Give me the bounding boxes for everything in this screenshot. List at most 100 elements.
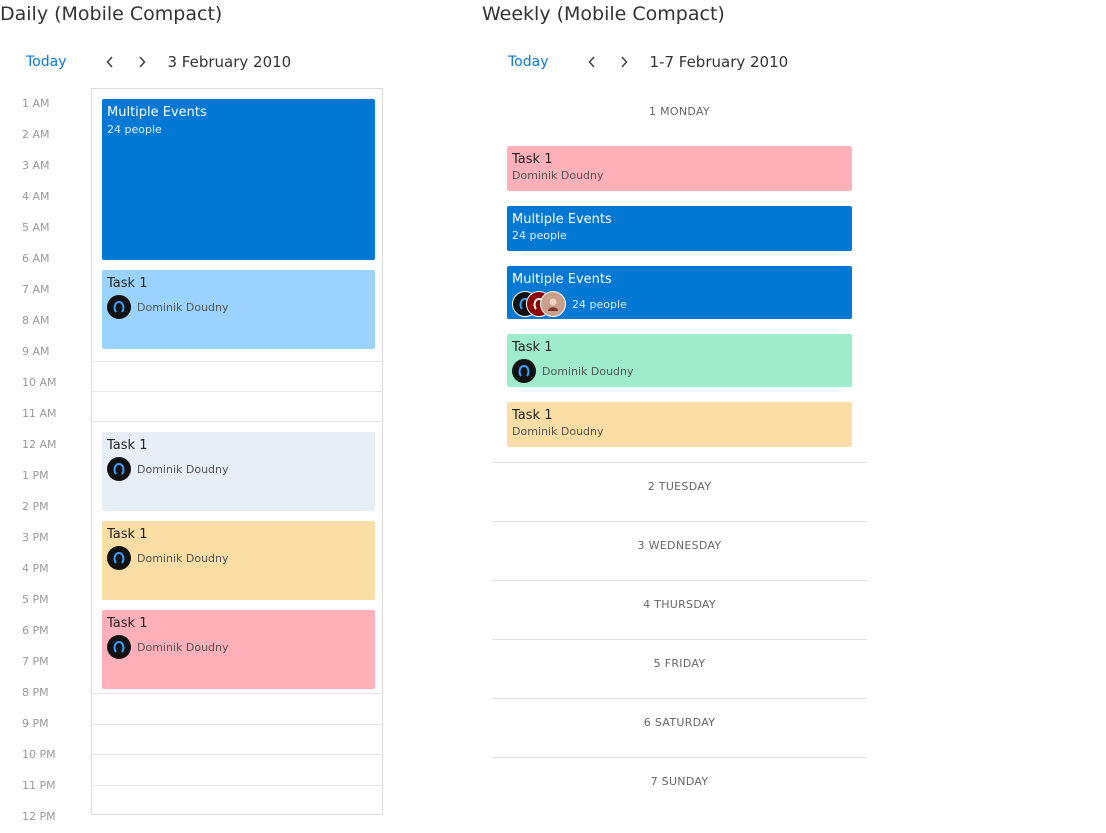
daily-event-task[interactable]: Task 1 Dominik Doudny xyxy=(102,432,375,511)
hour-label: 1 AM xyxy=(22,97,50,110)
daily-today-button[interactable]: Today xyxy=(26,54,67,70)
grid-line xyxy=(92,391,382,392)
event-title: Task 1 xyxy=(107,616,148,631)
day-header-sunday[interactable]: 7 SUNDAY xyxy=(492,775,867,788)
daily-event-task[interactable]: Task 1 Dominik Doudny xyxy=(102,610,375,689)
day-header-saturday[interactable]: 6 SATURDAY xyxy=(492,716,867,729)
event-person: Dominik Doudny xyxy=(107,635,370,659)
hour-label: 2 PM xyxy=(22,500,49,513)
event-people: 24 people xyxy=(512,291,847,317)
event-title: Multiple Events xyxy=(107,105,207,120)
event-person: Dominik Doudny xyxy=(512,359,847,383)
user-photo-avatar-icon xyxy=(540,291,566,317)
user-avatar-icon xyxy=(107,546,131,570)
grid-line xyxy=(92,724,382,725)
weekly-toolbar: Today 1-7 February 2010 xyxy=(508,52,788,72)
event-person-name: Dominik Doudny xyxy=(542,364,634,378)
hour-label: 11 PM xyxy=(22,779,56,792)
hour-label: 9 PM xyxy=(22,717,49,730)
weekly-next-button[interactable] xyxy=(614,52,634,72)
user-avatar-icon xyxy=(512,359,536,383)
weekly-prev-button[interactable] xyxy=(582,52,602,72)
weekly-event-multiple-avatars[interactable]: Multiple Events 24 people xyxy=(507,266,852,319)
event-person: Dominik Doudny xyxy=(107,457,370,481)
day-separator xyxy=(492,462,867,463)
day-header-thursday[interactable]: 4 THURSDAY xyxy=(492,598,867,611)
event-person: Dominik Doudny xyxy=(107,295,370,319)
day-separator xyxy=(492,521,867,522)
day-header-friday[interactable]: 5 FRIDAY xyxy=(492,657,867,670)
event-subtitle: Dominik Doudny xyxy=(512,425,604,438)
grid-line xyxy=(92,421,382,422)
grid-line xyxy=(92,361,382,362)
hour-label: 2 AM xyxy=(22,128,50,141)
event-person-name: Dominik Doudny xyxy=(137,462,229,476)
event-title: Multiple Events xyxy=(512,212,612,227)
weekly-event-task[interactable]: Task 1 Dominik Doudny xyxy=(507,334,852,387)
event-title: Task 1 xyxy=(512,152,553,167)
hour-label: 8 PM xyxy=(22,686,49,699)
event-subtitle: 24 people xyxy=(107,123,162,136)
grid-line xyxy=(92,693,382,694)
daily-next-button[interactable] xyxy=(132,52,152,72)
daily-event-multiple[interactable]: Multiple Events 24 people xyxy=(102,99,375,260)
event-title: Task 1 xyxy=(107,276,148,291)
event-title: Task 1 xyxy=(512,408,553,423)
daily-event-task[interactable]: Task 1 Dominik Doudny xyxy=(102,521,375,600)
event-person: Dominik Doudny xyxy=(107,546,370,570)
event-people-count: 24 people xyxy=(572,297,627,311)
daily-event-task[interactable]: Task 1 Dominik Doudny xyxy=(102,270,375,349)
hour-label: 9 AM xyxy=(22,345,50,358)
event-person-name: Dominik Doudny xyxy=(137,640,229,654)
day-header-monday[interactable]: 1 MONDAY xyxy=(492,105,867,118)
hour-label: 7 PM xyxy=(22,655,49,668)
chevron-left-icon xyxy=(587,56,595,68)
hour-label: 12 AM xyxy=(22,438,57,451)
event-title: Task 1 xyxy=(107,438,148,453)
hour-label: 5 PM xyxy=(22,593,49,606)
grid-line xyxy=(92,785,382,786)
day-separator xyxy=(492,698,867,699)
day-separator xyxy=(492,757,867,758)
day-separator xyxy=(492,580,867,581)
daily-prev-button[interactable] xyxy=(100,52,120,72)
day-separator xyxy=(492,639,867,640)
chevron-right-icon xyxy=(620,56,628,68)
user-avatar-icon xyxy=(107,295,131,319)
event-person-name: Dominik Doudny xyxy=(137,551,229,565)
user-avatar-icon xyxy=(107,635,131,659)
hour-label: 3 PM xyxy=(22,531,49,544)
day-header-tuesday[interactable]: 2 TUESDAY xyxy=(492,480,867,493)
hour-label: 6 PM xyxy=(22,624,49,637)
hour-label: 11 AM xyxy=(22,407,57,420)
hour-label: 10 AM xyxy=(22,376,57,389)
daily-toolbar: Today 3 February 2010 xyxy=(26,52,291,72)
hour-label: 1 PM xyxy=(22,469,49,482)
weekly-section-title: Weekly (Mobile Compact) xyxy=(482,3,725,25)
grid-line xyxy=(92,754,382,755)
daily-section-title: Daily (Mobile Compact) xyxy=(0,3,223,25)
hour-label: 5 AM xyxy=(22,221,50,234)
chevron-left-icon xyxy=(105,56,113,68)
weekly-event-task[interactable]: Task 1 Dominik Doudny xyxy=(507,146,852,191)
hour-label: 3 AM xyxy=(22,159,50,172)
hour-label: 8 AM xyxy=(22,314,50,327)
event-title: Task 1 xyxy=(512,340,553,355)
hour-label: 7 AM xyxy=(22,283,50,296)
weekly-event-task[interactable]: Task 1 Dominik Doudny xyxy=(507,402,852,447)
daily-time-grid[interactable]: Multiple Events 24 people Task 1 Dominik… xyxy=(91,88,383,815)
weekly-range-label: 1-7 February 2010 xyxy=(649,53,789,71)
hour-label: 4 PM xyxy=(22,562,49,575)
hour-label: 10 PM xyxy=(22,748,56,761)
hour-label: 12 PM xyxy=(22,810,56,823)
event-title: Task 1 xyxy=(107,527,148,542)
event-person-name: Dominik Doudny xyxy=(137,300,229,314)
day-header-wednesday[interactable]: 3 WEDNESDAY xyxy=(492,539,867,552)
user-avatar-icon xyxy=(107,457,131,481)
chevron-right-icon xyxy=(138,56,146,68)
weekly-today-button[interactable]: Today xyxy=(508,54,549,70)
event-subtitle: 24 people xyxy=(512,229,567,242)
event-subtitle: Dominik Doudny xyxy=(512,169,604,182)
daily-date-label: 3 February 2010 xyxy=(167,53,292,71)
weekly-event-multiple[interactable]: Multiple Events 24 people xyxy=(507,206,852,251)
